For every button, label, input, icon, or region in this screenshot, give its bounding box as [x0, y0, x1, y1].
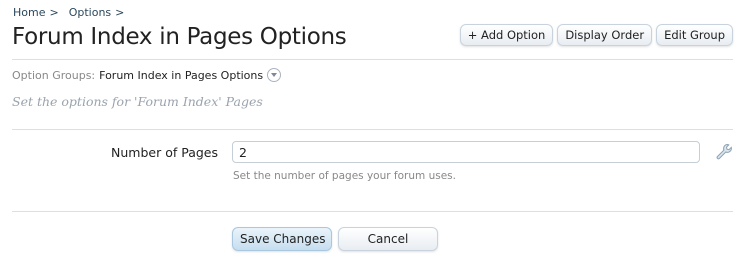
breadcrumb: Home > Options > [13, 6, 130, 19]
wrench-icon[interactable] [715, 143, 733, 161]
save-changes-button[interactable]: Save Changes [232, 227, 332, 251]
divider [12, 211, 733, 212]
divider [12, 129, 733, 130]
cancel-button[interactable]: Cancel [338, 227, 438, 251]
number-of-pages-label: Number of Pages [111, 145, 218, 160]
breadcrumb-separator: > [49, 6, 59, 19]
group-description: Set the options for 'Forum Index' Pages [12, 94, 263, 109]
option-groups-label: Option Groups: [12, 68, 96, 82]
breadcrumb-separator: > [115, 6, 125, 19]
divider [12, 59, 733, 60]
breadcrumb-home[interactable]: Home [13, 6, 45, 19]
display-order-button[interactable]: Display Order [557, 24, 653, 46]
edit-group-button[interactable]: Edit Group [656, 24, 733, 46]
number-of-pages-hint: Set the number of pages your forum uses. [233, 170, 456, 182]
chevron-down-circle-icon[interactable] [267, 68, 282, 82]
option-groups-current: Forum Index in Pages Options [99, 68, 264, 82]
breadcrumb-options[interactable]: Options [69, 6, 111, 19]
option-groups: Option Groups: Forum Index in Pages Opti… [12, 68, 282, 82]
page-title: Forum Index in Pages Options [12, 24, 347, 50]
top-button-bar: + Add Option Display Order Edit Group [459, 24, 733, 46]
number-of-pages-input[interactable] [232, 141, 700, 163]
form-actions: Save Changes Cancel [232, 227, 438, 251]
add-option-button[interactable]: + Add Option [459, 24, 554, 46]
